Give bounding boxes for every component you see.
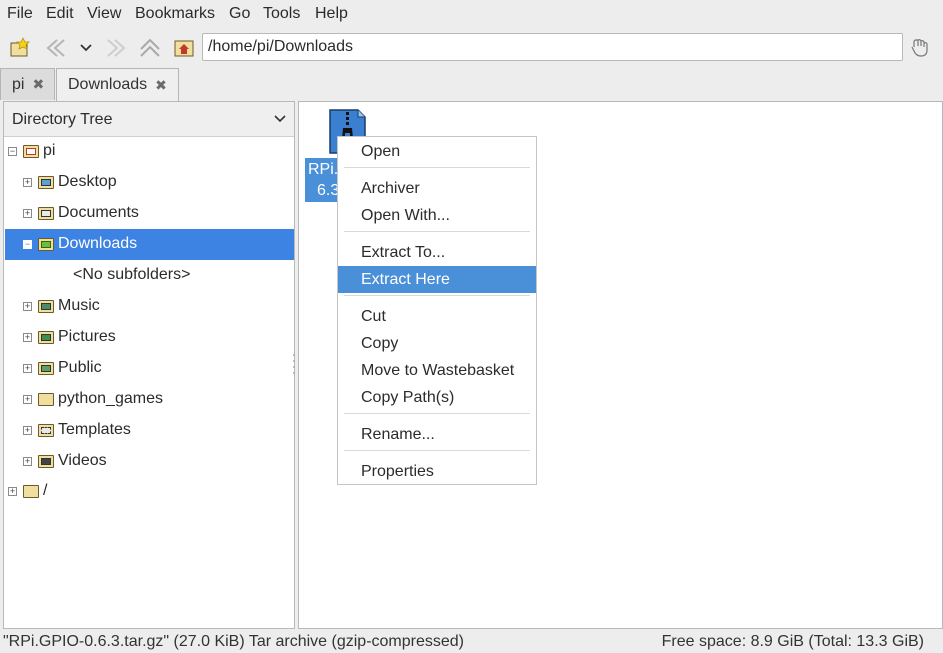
go-icon[interactable] bbox=[908, 35, 934, 61]
menu-item-extract-here[interactable]: Extract Here bbox=[338, 266, 536, 293]
menu-separator bbox=[344, 450, 530, 451]
menu-edit[interactable]: Edit bbox=[46, 5, 74, 23]
home-folder-icon bbox=[23, 145, 39, 158]
tree-item-label: / bbox=[43, 482, 48, 499]
tree-item-label: python_games bbox=[58, 390, 163, 407]
file-name-text: RPi. bbox=[308, 161, 338, 178]
up-icon[interactable] bbox=[137, 35, 163, 61]
tree-item-python-games[interactable]: + python_games bbox=[5, 384, 294, 415]
context-menu: Open Archiver Open With... Extract To...… bbox=[337, 136, 537, 485]
directory-tree-pane: Directory Tree − pi + Desktop + Document… bbox=[3, 101, 295, 629]
tree-item-label: Templates bbox=[58, 421, 131, 438]
forward-icon[interactable] bbox=[103, 35, 129, 61]
menu-item-archiver[interactable]: Archiver bbox=[338, 175, 536, 202]
tab-label: pi bbox=[12, 75, 25, 93]
tab-pi[interactable]: pi ✖ bbox=[0, 68, 55, 100]
path-input[interactable]: /home/pi/Downloads bbox=[202, 33, 903, 61]
tab-label: Downloads bbox=[68, 76, 148, 93]
videos-folder-icon bbox=[38, 455, 54, 468]
expand-icon[interactable]: + bbox=[23, 178, 32, 187]
tree-item-placeholder: <No subfolders> bbox=[5, 260, 294, 291]
collapse-icon[interactable]: − bbox=[8, 147, 17, 156]
tab-bar: pi ✖ Downloads ✖ bbox=[0, 68, 943, 101]
menu-bookmarks[interactable]: Bookmarks bbox=[135, 5, 215, 23]
tree-item-root[interactable]: + / bbox=[5, 476, 294, 507]
status-file-info: "RPi.GPIO-0.6.3.tar.gz" (27.0 KiB) Tar a… bbox=[3, 633, 465, 650]
status-bar: "RPi.GPIO-0.6.3.tar.gz" (27.0 KiB) Tar a… bbox=[0, 629, 943, 653]
folder-icon bbox=[38, 393, 54, 406]
sidebar-mode-selector[interactable]: Directory Tree bbox=[4, 102, 294, 137]
menu-item-rename[interactable]: Rename... bbox=[338, 421, 536, 448]
expand-icon[interactable]: + bbox=[23, 302, 32, 311]
close-icon[interactable]: ✖ bbox=[155, 77, 167, 94]
home-icon[interactable] bbox=[171, 35, 197, 61]
tree-item-videos[interactable]: + Videos bbox=[5, 446, 294, 477]
tree-item-label: Pictures bbox=[58, 328, 116, 345]
collapse-icon[interactable]: − bbox=[23, 240, 32, 249]
new-window-icon[interactable] bbox=[7, 35, 33, 61]
menu-separator bbox=[344, 295, 530, 296]
menu-item-copy-paths[interactable]: Copy Path(s) bbox=[338, 384, 536, 411]
menu-item-extract-to[interactable]: Extract To... bbox=[338, 239, 536, 266]
expand-icon[interactable]: + bbox=[23, 333, 32, 342]
tree-item-public[interactable]: + Public bbox=[5, 353, 294, 384]
tree-item-label: Music bbox=[58, 297, 100, 314]
menu-help[interactable]: Help bbox=[315, 5, 348, 23]
tree-item-pictures[interactable]: + Pictures bbox=[5, 322, 294, 353]
expand-icon[interactable]: + bbox=[23, 364, 32, 373]
menu-view[interactable]: View bbox=[87, 5, 121, 23]
pane-splitter[interactable] bbox=[292, 352, 296, 378]
chevron-down-icon[interactable] bbox=[274, 115, 286, 123]
public-folder-icon bbox=[38, 362, 54, 375]
menu-item-cut[interactable]: Cut bbox=[338, 303, 536, 330]
tree-item-label: Documents bbox=[58, 204, 139, 221]
expand-icon[interactable]: + bbox=[23, 209, 32, 218]
menu-tools[interactable]: Tools bbox=[263, 5, 300, 23]
menu-item-move-to-wastebasket[interactable]: Move to Wastebasket bbox=[338, 357, 536, 384]
tree-item-documents[interactable]: + Documents bbox=[5, 198, 294, 229]
expand-icon[interactable]: + bbox=[23, 457, 32, 466]
expand-icon[interactable]: + bbox=[8, 487, 17, 496]
sidebar-title: Directory Tree bbox=[12, 111, 113, 128]
tree-item-label: <No subfolders> bbox=[73, 266, 191, 283]
music-folder-icon bbox=[38, 300, 54, 313]
folder-icon bbox=[23, 485, 39, 498]
tab-downloads[interactable]: Downloads ✖ bbox=[56, 68, 179, 101]
menu-separator bbox=[344, 413, 530, 414]
tree-item-music[interactable]: + Music bbox=[5, 291, 294, 322]
tree-item-templates[interactable]: + Templates bbox=[5, 415, 294, 446]
tree-item-label: Public bbox=[58, 359, 102, 376]
status-free-space: Free space: 8.9 GiB (Total: 13.3 GiB) bbox=[661, 633, 924, 650]
close-icon[interactable]: ✖ bbox=[32, 76, 44, 93]
tree-item-pi[interactable]: − pi bbox=[5, 136, 294, 167]
tree-item-label: pi bbox=[43, 142, 56, 159]
menu-separator bbox=[344, 231, 530, 232]
menu-item-properties[interactable]: Properties bbox=[338, 458, 536, 485]
desktop-folder-icon bbox=[38, 176, 54, 189]
menu-item-open[interactable]: Open bbox=[338, 138, 536, 165]
file-name-text: 6.3 bbox=[317, 182, 338, 199]
file-item-label[interactable]: RPi. 6.3 bbox=[305, 158, 338, 202]
templates-folder-icon bbox=[38, 424, 54, 437]
pictures-folder-icon bbox=[38, 331, 54, 344]
tree-item-label: Videos bbox=[58, 452, 107, 469]
tree-item-downloads[interactable]: − Downloads bbox=[5, 229, 294, 260]
expand-icon[interactable]: + bbox=[23, 395, 32, 404]
tree-item-desktop[interactable]: + Desktop bbox=[5, 167, 294, 198]
menu-file[interactable]: File bbox=[7, 5, 33, 23]
menu-separator bbox=[344, 167, 530, 168]
toolbar: /home/pi/Downloads bbox=[0, 30, 943, 66]
history-dropdown-icon[interactable] bbox=[73, 35, 99, 61]
menu-item-open-with[interactable]: Open With... bbox=[338, 202, 536, 229]
back-icon[interactable] bbox=[43, 35, 69, 61]
documents-folder-icon bbox=[38, 207, 54, 220]
menu-item-copy[interactable]: Copy bbox=[338, 330, 536, 357]
expand-icon[interactable]: + bbox=[23, 426, 32, 435]
menu-go[interactable]: Go bbox=[229, 5, 250, 23]
downloads-folder-icon bbox=[38, 238, 54, 251]
menubar: File Edit View Bookmarks Go Tools Help bbox=[0, 0, 943, 30]
tree-item-label: Downloads bbox=[58, 235, 138, 252]
tree-item-label: Desktop bbox=[58, 173, 117, 190]
